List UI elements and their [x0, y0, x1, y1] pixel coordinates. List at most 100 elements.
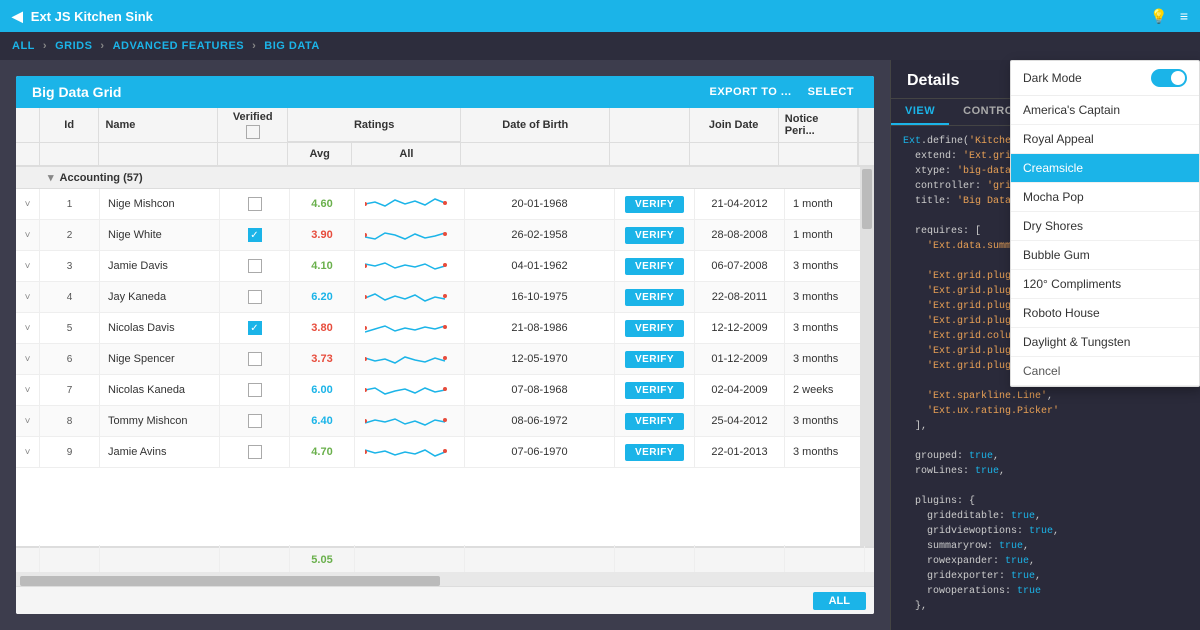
verified-checkbox[interactable] [248, 197, 262, 211]
verify-button[interactable]: VERIFY [625, 444, 684, 461]
verify-btn-cell[interactable]: VERIFY [615, 220, 695, 250]
verify-button[interactable]: VERIFY [625, 196, 684, 213]
bulb-icon[interactable]: 💡 [1150, 8, 1167, 25]
verify-button[interactable]: VERIFY [625, 289, 684, 306]
col-verified-header[interactable]: Verified [218, 108, 287, 142]
table-row[interactable]: ˅ 3 Jamie Davis 4.10 04-01-1962 VERIFY 0… [16, 251, 874, 282]
verified-checkbox[interactable] [248, 228, 262, 242]
dropdown-item-dry-shores[interactable]: Dry Shores [1011, 212, 1199, 241]
col-joindate-header[interactable]: Join Date [690, 108, 779, 142]
grid-body[interactable]: ▾ Accounting (57) ˅ 1 Nige Mishcon 4.60 [16, 167, 874, 468]
verified-checkbox[interactable] [248, 290, 262, 304]
table-row[interactable]: ˅ 9 Jamie Avins 4.70 07-06-1970 VERIFY 2… [16, 437, 874, 468]
expand-cell[interactable]: ˅ [16, 437, 40, 467]
dark-mode-toggle[interactable] [1151, 69, 1187, 87]
expand-cell[interactable]: ˅ [16, 375, 40, 405]
menu-icon[interactable]: ≡ [1180, 8, 1188, 24]
expand-arrow[interactable]: ˅ [25, 354, 31, 365]
col-name-header[interactable]: Name [99, 108, 218, 142]
verify-button[interactable]: VERIFY [625, 382, 684, 399]
breadcrumb-all[interactable]: ALL [12, 40, 35, 52]
expand-arrow[interactable]: ˅ [25, 447, 31, 458]
expand-cell[interactable]: ˅ [16, 313, 40, 343]
verified-checkbox[interactable] [248, 383, 262, 397]
select-button[interactable]: SELECT [804, 84, 858, 100]
verify-button[interactable]: VERIFY [625, 227, 684, 244]
verified-cell[interactable] [220, 313, 290, 343]
table-row[interactable]: ˅ 2 Nige White 3.90 26-02-1958 VERIFY 28… [16, 220, 874, 251]
verify-btn-cell[interactable]: VERIFY [615, 189, 695, 219]
dropdown-item-america's-captain[interactable]: America's Captain [1011, 96, 1199, 125]
col-id-header[interactable]: Id [40, 108, 100, 142]
expand-arrow[interactable]: ˅ [25, 199, 31, 210]
dropdown-item-royal-appeal[interactable]: Royal Appeal [1011, 125, 1199, 154]
verified-cell[interactable] [220, 189, 290, 219]
table-row[interactable]: ˅ 7 Nicolas Kaneda 6.00 07-08-1968 VERIF… [16, 375, 874, 406]
verified-checkbox[interactable] [248, 259, 262, 273]
col-dob-header[interactable]: Date of Birth [461, 108, 610, 142]
verify-btn-cell[interactable]: VERIFY [615, 406, 695, 436]
group-chevron[interactable]: ▾ [48, 171, 54, 184]
verified-header-checkbox[interactable] [246, 125, 260, 139]
expand-arrow[interactable]: ˅ [25, 323, 31, 334]
verified-cell[interactable] [220, 220, 290, 250]
verified-cell[interactable] [220, 437, 290, 467]
verified-checkbox[interactable] [248, 445, 262, 459]
expand-arrow[interactable]: ˅ [25, 292, 31, 303]
expand-cell[interactable]: ˅ [16, 220, 40, 250]
export-button[interactable]: EXPORT TO ... [706, 84, 796, 100]
col-notice-header[interactable]: Notice Peri... [779, 108, 858, 142]
verify-btn-cell[interactable]: VERIFY [615, 375, 695, 405]
breadcrumb-grids[interactable]: GRIDS [55, 40, 92, 52]
horizontal-scrollbar[interactable] [16, 572, 874, 586]
verify-btn-cell[interactable]: VERIFY [615, 313, 695, 343]
expand-cell[interactable]: ˅ [16, 406, 40, 436]
expand-arrow[interactable]: ˅ [25, 385, 31, 396]
verified-cell[interactable] [220, 406, 290, 436]
subh-all[interactable]: All [352, 143, 461, 165]
table-row[interactable]: ˅ 4 Jay Kaneda 6.20 16-10-1975 VERIFY 22… [16, 282, 874, 313]
verify-button[interactable]: VERIFY [625, 258, 684, 275]
dropdown-item-roboto-house[interactable]: Roboto House [1011, 299, 1199, 328]
verified-checkbox[interactable] [248, 414, 262, 428]
verified-cell[interactable] [220, 375, 290, 405]
dropdown-item-cancel[interactable]: Cancel [1011, 357, 1199, 386]
verified-checkbox[interactable] [248, 321, 262, 335]
group-row-accounting[interactable]: ▾ Accounting (57) [16, 167, 874, 189]
dropdown-item-mocha-pop[interactable]: Mocha Pop [1011, 183, 1199, 212]
dropdown-item-bubble-gum[interactable]: Bubble Gum [1011, 241, 1199, 270]
verify-button[interactable]: VERIFY [625, 320, 684, 337]
expand-arrow[interactable]: ˅ [25, 261, 31, 272]
dropdown-item-120°-compliments[interactable]: 120° Compliments [1011, 270, 1199, 299]
tab-view[interactable]: VIEW [891, 99, 949, 125]
verify-btn-cell[interactable]: VERIFY [615, 282, 695, 312]
expand-arrow[interactable]: ˅ [25, 230, 31, 241]
table-row[interactable]: ˅ 1 Nige Mishcon 4.60 20-01-1968 VERIFY … [16, 189, 874, 220]
expand-cell[interactable]: ˅ [16, 344, 40, 374]
subh-avg[interactable]: Avg [288, 143, 353, 165]
scroll-thumb-horizontal[interactable] [20, 576, 440, 586]
table-row[interactable]: ˅ 8 Tommy Mishcon 6.40 08-06-1972 VERIFY… [16, 406, 874, 437]
verify-btn-cell[interactable]: VERIFY [615, 344, 695, 374]
expand-cell[interactable]: ˅ [16, 189, 40, 219]
dropdown-item-creamsicle[interactable]: Creamsicle [1011, 154, 1199, 183]
breadcrumb-advanced[interactable]: ADVANCED FEATURES [113, 40, 245, 52]
verified-cell[interactable] [220, 251, 290, 281]
expand-cell[interactable]: ˅ [16, 282, 40, 312]
expand-arrow[interactable]: ˅ [25, 416, 31, 427]
scroll-thumb-vertical[interactable] [862, 169, 872, 229]
table-row[interactable]: ˅ 5 Nicolas Davis 3.80 21-08-1986 VERIFY… [16, 313, 874, 344]
verified-cell[interactable] [220, 282, 290, 312]
table-row[interactable]: ˅ 6 Nige Spencer 3.73 12-05-1970 VERIFY … [16, 344, 874, 375]
vertical-scrollbar[interactable] [860, 167, 874, 546]
all-button[interactable]: ALL [813, 592, 866, 610]
verify-button[interactable]: VERIFY [625, 413, 684, 430]
dropdown-item-daylight-&-tungsten[interactable]: Daylight & Tungsten [1011, 328, 1199, 357]
verified-cell[interactable] [220, 344, 290, 374]
expand-cell[interactable]: ˅ [16, 251, 40, 281]
verify-button[interactable]: VERIFY [625, 351, 684, 368]
verified-checkbox[interactable] [248, 352, 262, 366]
verify-btn-cell[interactable]: VERIFY [615, 437, 695, 467]
verify-btn-cell[interactable]: VERIFY [615, 251, 695, 281]
breadcrumb-bigdata[interactable]: BIG DATA [264, 40, 320, 52]
